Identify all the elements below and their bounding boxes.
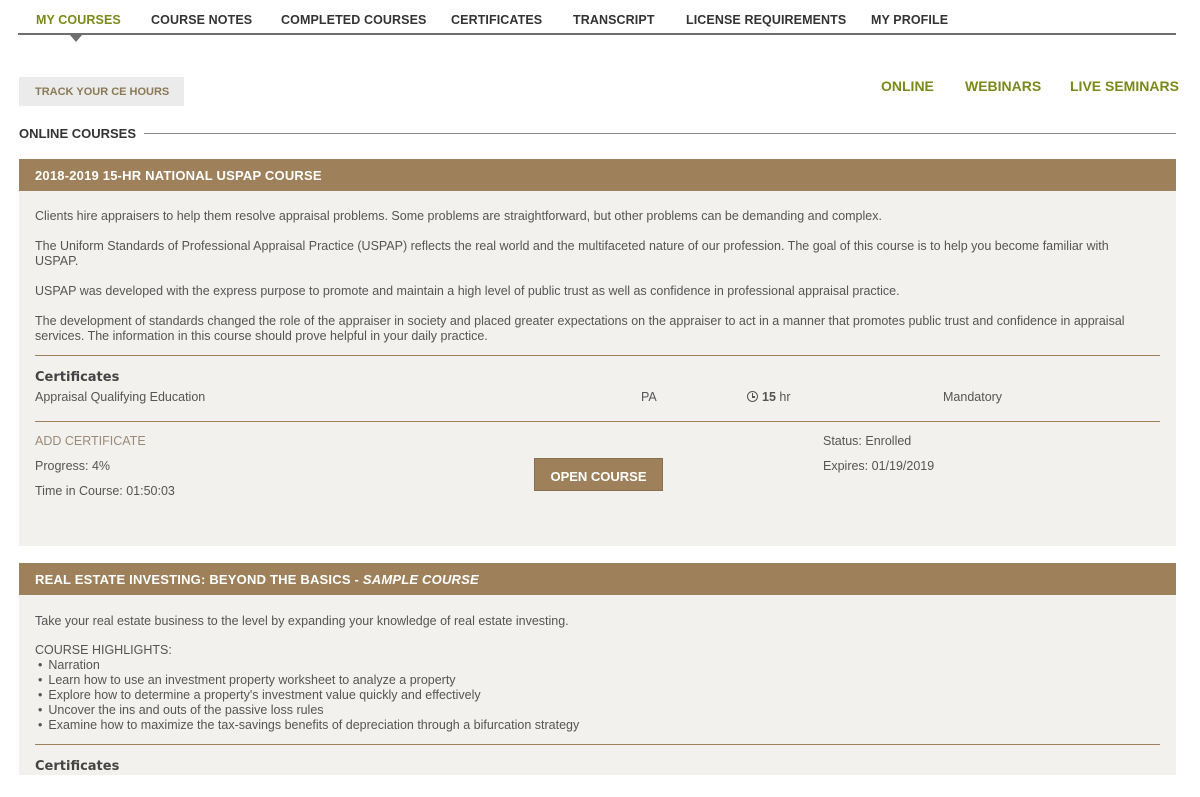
list-item: Learn how to use an investment property …: [38, 673, 579, 688]
divider: [35, 355, 1160, 356]
course-intro: Take your real estate business to the le…: [35, 614, 569, 628]
list-item: Uncover the ins and outs of the passive …: [38, 703, 579, 718]
nav-my-courses[interactable]: MY COURSES: [36, 13, 121, 27]
progress-text: Progress: 4%: [35, 459, 111, 473]
course-title: 2018-2019 15-HR NATIONAL USPAP COURSE: [19, 159, 1176, 191]
highlights-list: Narration Learn how to use an investment…: [35, 658, 579, 733]
time-in-course: Time in Course: 01:50:03: [35, 484, 175, 498]
highlights-label: COURSE HIGHLIGHTS:: [35, 643, 172, 657]
nav-my-profile[interactable]: MY PROFILE: [871, 13, 948, 27]
sample-course-tag: SAMPLE COURSE: [362, 572, 479, 587]
caret-down-icon: [70, 35, 82, 42]
filter-live-seminars[interactable]: LIVE SEMINARS: [1070, 78, 1179, 94]
section-divider: [19, 133, 1176, 134]
status-text: Status: Enrolled: [823, 434, 912, 448]
certificate-type: Mandatory: [943, 390, 1003, 404]
add-certificate-link[interactable]: ADD CERTIFICATE: [35, 434, 146, 448]
nav-transcript[interactable]: TRANSCRIPT: [573, 13, 655, 27]
list-item: Narration: [38, 658, 579, 673]
filter-online[interactable]: ONLINE: [881, 78, 934, 94]
list-item: Explore how to determine a property's in…: [38, 688, 579, 703]
filter-webinars[interactable]: WEBINARS: [965, 78, 1041, 94]
hours-value: 15: [762, 390, 776, 404]
nav-completed-courses[interactable]: COMPLETED COURSES: [281, 13, 426, 27]
description-paragraph: Clients hire appraisers to help them res…: [35, 209, 882, 223]
description-paragraph: The development of standards changed the…: [35, 314, 1125, 343]
certificates-label: Certificates: [35, 759, 120, 774]
divider: [35, 421, 1160, 422]
nav-certificates[interactable]: CERTIFICATES: [451, 13, 542, 27]
top-nav: MY COURSES COURSE NOTES COMPLETED COURSE…: [18, 0, 1176, 35]
course-card: REAL ESTATE INVESTING: BEYOND THE BASICS…: [19, 563, 1176, 775]
hours-unit: hr: [779, 390, 791, 404]
course-highlights: COURSE HIGHLIGHTS: Narration Learn how t…: [35, 643, 579, 733]
clock-icon: [747, 391, 758, 402]
certificate-name: Appraisal Qualifying Education: [35, 390, 206, 404]
nav-course-notes[interactable]: COURSE NOTES: [151, 13, 252, 27]
course-title: REAL ESTATE INVESTING: BEYOND THE BASICS…: [19, 563, 1176, 595]
nav-license-requirements[interactable]: LICENSE REQUIREMENTS: [686, 13, 846, 27]
certificate-hours: 15 hr: [747, 390, 791, 404]
list-item: Examine how to maximize the tax-savings …: [38, 718, 579, 733]
expires-text: Expires: 01/19/2019: [823, 459, 935, 473]
divider: [35, 744, 1160, 745]
course-title-main: REAL ESTATE INVESTING: BEYOND THE BASICS…: [35, 572, 363, 587]
course-card: 2018-2019 15-HR NATIONAL USPAP COURSE Cl…: [19, 159, 1176, 546]
open-course-button[interactable]: OPEN COURSE: [534, 458, 663, 491]
certificate-state: PA: [641, 390, 657, 404]
certificates-label: Certificates: [35, 370, 120, 385]
description-paragraph: USPAP was developed with the express pur…: [35, 284, 900, 298]
section-title: ONLINE COURSES: [19, 126, 145, 141]
track-ce-hours-button[interactable]: TRACK YOUR CE HOURS: [19, 77, 184, 106]
description-paragraph: The Uniform Standards of Professional Ap…: [35, 239, 1109, 268]
